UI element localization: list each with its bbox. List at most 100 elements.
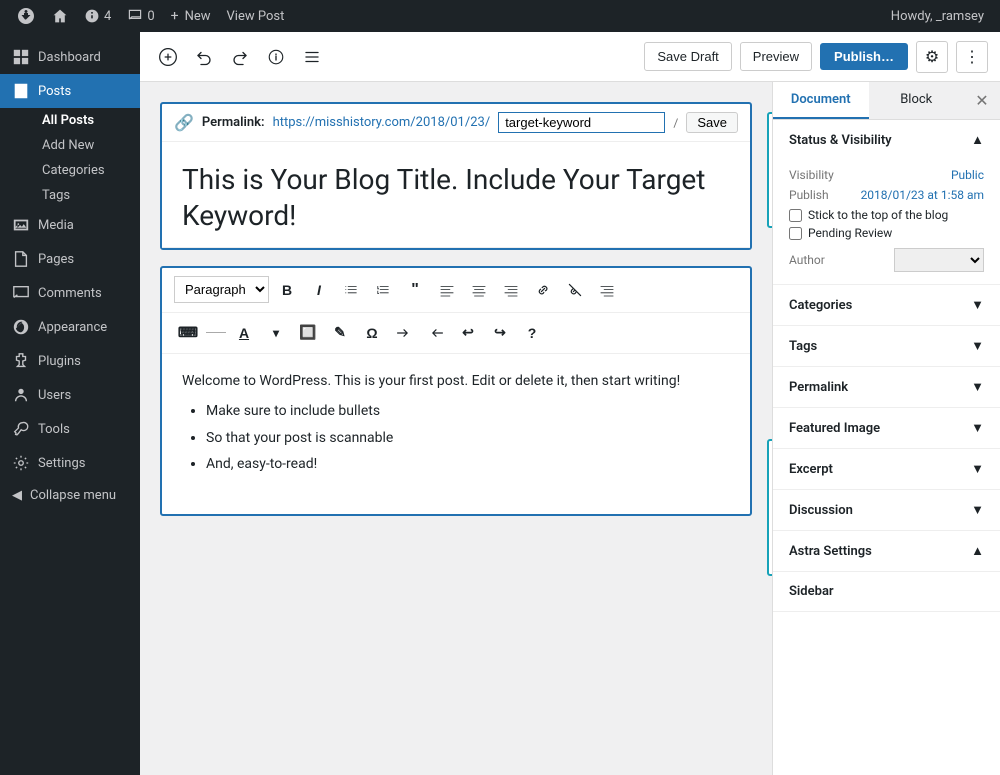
publish-label: Publish	[789, 188, 829, 202]
editor-content[interactable]: Welcome to WordPress. This is your first…	[162, 354, 750, 514]
tags-section-header[interactable]: Tags ▼	[773, 326, 1000, 366]
sidebar-item-dashboard[interactable]: Dashboard	[0, 40, 140, 74]
publish-btn[interactable]: Publish…	[820, 43, 908, 70]
sidebar-item-media[interactable]: Media	[0, 208, 140, 242]
tab-block[interactable]: Block	[869, 82, 965, 119]
sidebar-item-users[interactable]: Users	[0, 378, 140, 412]
featured-image-title: Featured Image	[789, 421, 880, 436]
text-color-btn[interactable]: A	[230, 319, 258, 347]
omega-btn[interactable]: Ω	[358, 319, 386, 347]
special-char-btn[interactable]: 🔲	[294, 319, 322, 347]
visibility-value[interactable]: Public	[951, 168, 984, 182]
categories-section-header[interactable]: Categories ▼	[773, 285, 1000, 325]
publish-date[interactable]: 2018/01/23 at 1:58 am	[861, 188, 984, 202]
settings-label: Settings	[38, 456, 85, 471]
discussion-section: Discussion ▼	[773, 490, 1000, 531]
home-bar-item[interactable]	[44, 0, 76, 32]
tools-icon	[12, 420, 30, 438]
rtl-btn[interactable]	[390, 319, 418, 347]
sidebar-panel-header[interactable]: Sidebar	[773, 572, 1000, 611]
help-btn[interactable]: ?	[518, 319, 546, 347]
sidebar-item-tools[interactable]: Tools	[0, 412, 140, 446]
spell-btn[interactable]: ✎	[326, 319, 354, 347]
appearance-icon	[12, 318, 30, 336]
sidebar-item-add-new[interactable]: Add New	[30, 133, 140, 158]
sidebar-item-all-posts[interactable]: All Posts	[30, 108, 140, 133]
collapse-menu-btn[interactable]: ◀ Collapse menu	[0, 480, 140, 511]
list-view-btn[interactable]	[296, 41, 328, 73]
permalink-url: https://misshistory.com/2018/01/23/	[273, 115, 491, 130]
sidebar-item-comments[interactable]: Comments	[0, 276, 140, 310]
updates-bar-item[interactable]: 4	[76, 0, 119, 32]
undo2-btn[interactable]: ↩	[454, 319, 482, 347]
panel-body: Status & Visibility ▲ Visibility Public …	[773, 120, 1000, 775]
media-label: Media	[38, 218, 74, 233]
posts-label: Posts	[38, 84, 71, 99]
comments-bar-item[interactable]: 0	[119, 0, 162, 32]
discussion-chevron: ▼	[971, 502, 984, 518]
permalink-slug-input[interactable]	[498, 112, 665, 133]
view-post-bar-item[interactable]: View Post	[219, 0, 293, 32]
keyboard-btn[interactable]: ⌨	[174, 319, 202, 347]
media-icon	[12, 216, 30, 234]
pending-review-checkbox[interactable]	[789, 227, 802, 240]
tab-document[interactable]: Document	[773, 82, 869, 119]
info-btn[interactable]	[260, 41, 292, 73]
stick-top-checkbox[interactable]	[789, 209, 802, 222]
sidebar-item-plugins[interactable]: Plugins	[0, 344, 140, 378]
unlink-btn[interactable]	[561, 276, 589, 304]
pages-label: Pages	[38, 252, 74, 267]
settings-panel-btn[interactable]: ⚙	[916, 41, 948, 73]
permalink-label: Permalink:	[202, 115, 265, 130]
align-right-btn[interactable]	[497, 276, 525, 304]
author-label: Author	[789, 253, 825, 267]
align-center-btn[interactable]	[465, 276, 493, 304]
sidebar-item-appearance[interactable]: Appearance	[0, 310, 140, 344]
sidebar-item-settings[interactable]: Settings	[0, 446, 140, 480]
list-view-icon	[303, 48, 321, 66]
astra-header[interactable]: Astra Settings ▲	[773, 531, 1000, 571]
editor-panel-layout: 🔗 Permalink: https://misshistory.com/201…	[140, 82, 1000, 775]
add-block-btn[interactable]	[152, 41, 184, 73]
main-layout: Dashboard Posts All Posts Add New Catego…	[0, 32, 1000, 775]
link-btn[interactable]	[529, 276, 557, 304]
unordered-list-btn[interactable]	[337, 276, 365, 304]
bold-btn[interactable]: B	[273, 276, 301, 304]
status-chevron-up: ▲	[971, 132, 984, 148]
content-list: Make sure to include bullets So that you…	[182, 400, 730, 475]
divider-line	[206, 332, 226, 333]
wp-logo-item[interactable]	[8, 0, 44, 32]
status-section-header[interactable]: Status & Visibility ▲	[773, 120, 1000, 160]
blog-title[interactable]: This is Your Blog Title. Include Your Ta…	[162, 142, 750, 248]
format-select[interactable]: Paragraph	[174, 276, 269, 303]
permalink-section-header[interactable]: Permalink ▼	[773, 367, 1000, 407]
permalink-save-btn[interactable]: Save	[686, 112, 738, 133]
howdy-item[interactable]: Howdy, _ramsey	[883, 0, 992, 32]
sidebar-item-posts[interactable]: Posts	[0, 74, 140, 108]
ltr-btn[interactable]	[422, 319, 450, 347]
discussion-header[interactable]: Discussion ▼	[773, 490, 1000, 530]
sidebar-item-pages[interactable]: Pages	[0, 242, 140, 276]
preview-btn[interactable]: Preview	[740, 42, 812, 71]
italic-btn[interactable]: I	[305, 276, 333, 304]
text-style-btn[interactable]: ▾	[262, 319, 290, 347]
sidebar-item-categories[interactable]: Categories	[30, 158, 140, 183]
align-left-btn[interactable]	[433, 276, 461, 304]
indent-btn[interactable]	[593, 276, 621, 304]
excerpt-header[interactable]: Excerpt ▼	[773, 449, 1000, 489]
panel-close-btn[interactable]: ✕	[964, 82, 1000, 119]
wp-logo-icon	[16, 6, 36, 26]
redo2-btn[interactable]: ↪	[486, 319, 514, 347]
author-select[interactable]	[894, 248, 984, 272]
new-bar-item[interactable]: + New	[163, 0, 219, 32]
sidebar-panel-title: Sidebar	[789, 584, 834, 599]
blockquote-btn[interactable]: "	[401, 276, 429, 304]
redo-btn[interactable]	[224, 41, 256, 73]
save-draft-btn[interactable]: Save Draft	[644, 42, 731, 71]
more-options-btn[interactable]: ⋮	[956, 41, 988, 73]
sidebar-item-tags[interactable]: Tags	[30, 183, 140, 208]
ordered-list-btn[interactable]	[369, 276, 397, 304]
undo-btn[interactable]	[188, 41, 220, 73]
featured-image-header[interactable]: Featured Image ▼	[773, 408, 1000, 448]
permalink-slash: /	[673, 116, 678, 130]
